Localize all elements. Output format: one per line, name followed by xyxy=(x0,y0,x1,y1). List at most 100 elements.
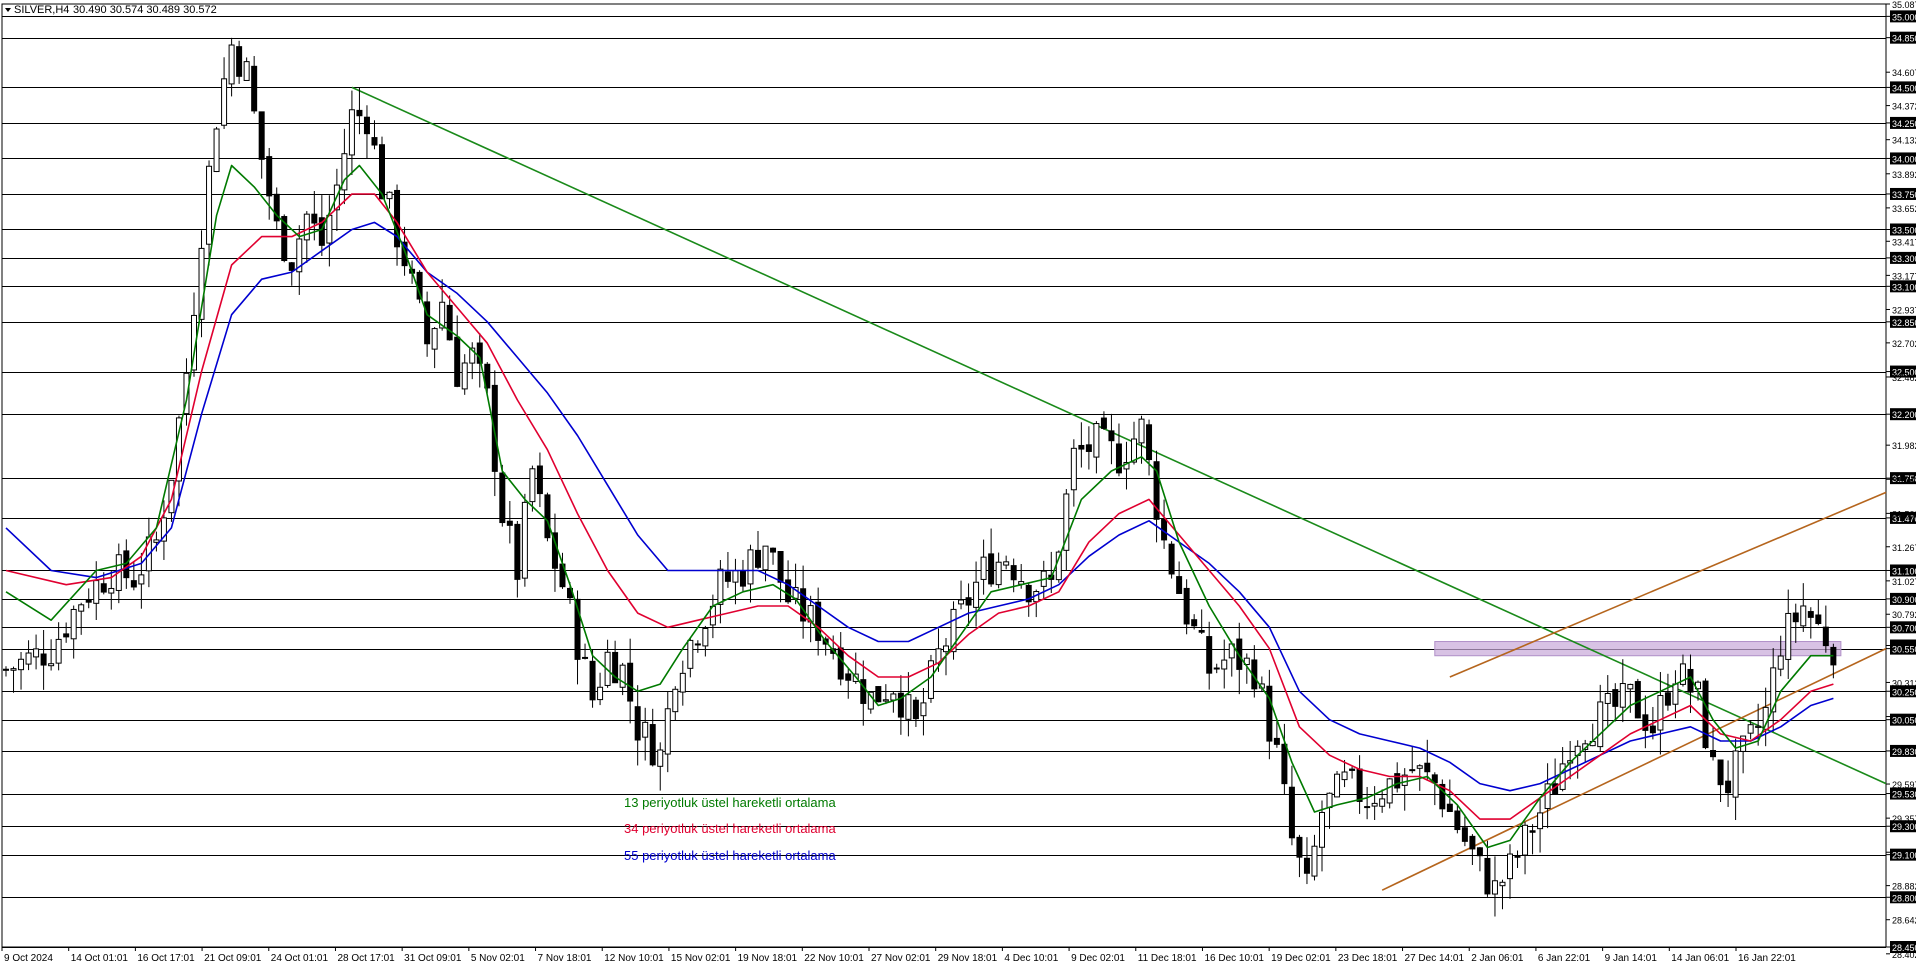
legend-ema34: 34 periyotluk üstel hareketli ortalama xyxy=(624,821,836,836)
legend-ema55: 55 periyotluk üstel hareketli ortalama xyxy=(624,848,836,863)
price-label: 34.607 xyxy=(1886,68,1916,78)
candle-body xyxy=(1379,798,1386,807)
price-label: 31.982 xyxy=(1886,441,1916,451)
candle-body xyxy=(48,663,55,667)
candle-body xyxy=(1326,792,1333,809)
candle-body xyxy=(679,672,686,693)
candle-body xyxy=(1093,423,1100,458)
candle-body xyxy=(78,604,85,612)
candle-body xyxy=(3,668,9,671)
candle-body xyxy=(837,647,844,680)
price-label-text: 33.750 xyxy=(1892,190,1916,200)
candle-body xyxy=(724,571,731,582)
chart-window[interactable]: 35.087 35.000 34.850 34.607 34.500 34.372 34.2… xyxy=(0,0,1916,963)
candle-body xyxy=(1311,845,1318,877)
price-label: 33.652 xyxy=(1886,204,1916,214)
price-label-text: 29.830 xyxy=(1892,747,1916,757)
moving-averages xyxy=(5,164,1834,849)
candle-body xyxy=(251,65,258,112)
price-label-text: 33.417 xyxy=(1892,237,1916,247)
candle-body xyxy=(1732,750,1739,798)
candle-body xyxy=(657,749,664,767)
candle-body xyxy=(1461,827,1468,842)
price-label: 30.250 xyxy=(1886,685,1916,698)
price-label-text: 34.850 xyxy=(1892,34,1916,44)
candle-body xyxy=(363,116,370,135)
candle-body xyxy=(1476,847,1483,857)
price-label-text: 30.050 xyxy=(1892,716,1916,726)
price-label: 29.100 xyxy=(1886,848,1916,861)
candle-body xyxy=(965,597,972,606)
candle-body xyxy=(1785,612,1792,660)
candle-body xyxy=(762,545,769,571)
candle-body xyxy=(1191,619,1198,627)
ema55-line xyxy=(5,221,1834,792)
ohlc-values: 30.490 30.574 30.489 30.572 xyxy=(73,4,217,16)
price-label-text: 34.132 xyxy=(1892,136,1916,146)
price-label-text: 30.250 xyxy=(1892,687,1916,697)
candle-body xyxy=(1364,806,1371,809)
candle-body xyxy=(1469,835,1476,850)
candle-body xyxy=(995,561,1002,586)
candle-body xyxy=(1717,759,1724,786)
dropdown-arrow-icon[interactable] xyxy=(5,8,11,12)
candle-body xyxy=(1281,743,1288,785)
candle-body xyxy=(973,581,980,608)
candle-body xyxy=(499,472,506,524)
candle-body xyxy=(1725,780,1732,794)
price-label: 34.250 xyxy=(1886,116,1916,129)
candle-body xyxy=(1356,768,1363,802)
candle-body xyxy=(1296,836,1303,858)
candle-body xyxy=(1800,605,1807,627)
candle-body xyxy=(1672,683,1679,705)
candle-body xyxy=(85,599,92,603)
time-label: 27 Dec 14:01 xyxy=(1405,953,1465,963)
candle-body xyxy=(1529,830,1536,833)
price-label: 33.177 xyxy=(1886,271,1916,281)
candle-body xyxy=(687,639,694,669)
candle-body xyxy=(943,645,949,653)
candle-body xyxy=(228,44,235,85)
candle-body xyxy=(303,213,310,241)
price-label-text: 34.607 xyxy=(1892,68,1916,78)
price-label-text: 28.800 xyxy=(1892,893,1916,903)
trend-annotations[interactable] xyxy=(351,86,1887,891)
candle-body xyxy=(1619,683,1626,708)
candle-body xyxy=(1409,769,1416,772)
price-label-text: 31.982 xyxy=(1892,441,1916,451)
price-label: 31.027 xyxy=(1886,577,1916,587)
candle-body xyxy=(544,494,551,539)
candle-body xyxy=(1386,778,1393,804)
candle-body xyxy=(1702,680,1709,749)
candle-body xyxy=(536,465,543,495)
price-label: 32.702 xyxy=(1886,339,1916,349)
price-label: 30.792 xyxy=(1886,610,1916,620)
candle-body xyxy=(529,468,536,503)
candle-body xyxy=(1070,447,1077,491)
candle-body xyxy=(1822,626,1829,647)
price-label: 33.500 xyxy=(1886,223,1916,236)
candle-body xyxy=(642,721,649,738)
candle-body xyxy=(100,583,107,593)
time-label: 9 Jan 14:01 xyxy=(1605,953,1658,963)
candle-body xyxy=(153,539,160,543)
legend-ema13: 13 periyotluk üstel hareketli ortalama xyxy=(624,795,836,810)
candle-body xyxy=(1491,880,1498,895)
candle-body xyxy=(1010,565,1017,581)
candle-body xyxy=(1807,611,1814,618)
time-label: 6 Jan 22:01 xyxy=(1538,953,1591,963)
candle-body xyxy=(1146,424,1153,461)
candle-body xyxy=(1627,683,1634,690)
candle-body xyxy=(521,501,528,579)
candle-body xyxy=(138,574,145,585)
price-label: 34.000 xyxy=(1886,152,1916,165)
price-chart[interactable]: 35.087 35.000 34.850 34.607 34.500 34.372 34.2… xyxy=(0,0,1916,963)
price-label-text: 34.500 xyxy=(1892,83,1916,93)
price-label: 32.200 xyxy=(1886,408,1916,421)
candle-body xyxy=(649,724,656,766)
price-label: 30.900 xyxy=(1886,592,1916,605)
candle-body xyxy=(1612,689,1619,707)
candle-body xyxy=(582,656,589,659)
candle-body xyxy=(1507,853,1513,880)
candle-body xyxy=(258,111,265,160)
